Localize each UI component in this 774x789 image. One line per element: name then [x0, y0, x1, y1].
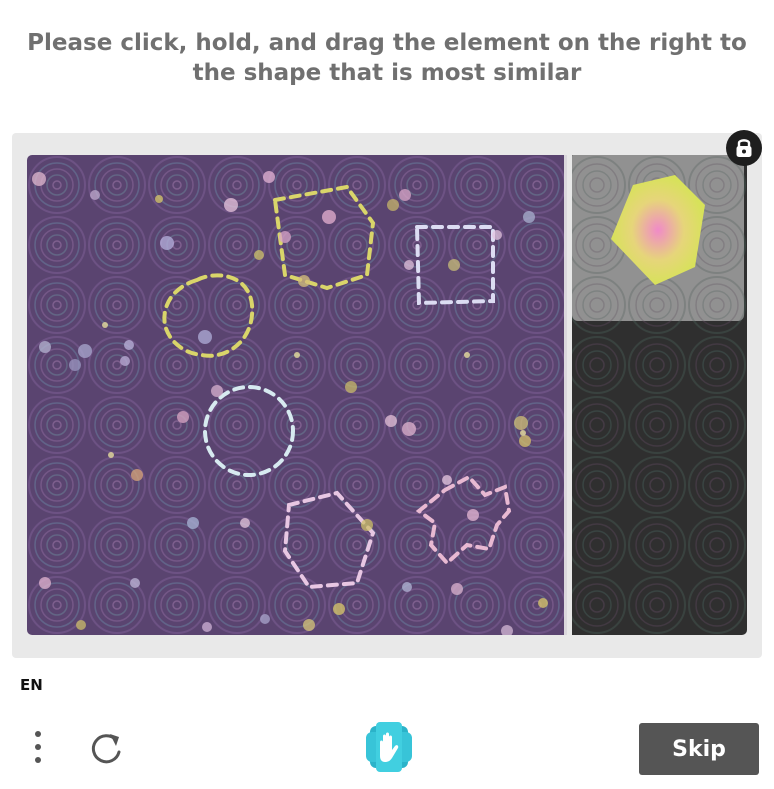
instruction-text: Please click, hold, and drag the element… [27, 30, 747, 86]
refresh-icon [91, 734, 121, 764]
puzzle-board [27, 155, 747, 635]
vertical-dots-icon [35, 731, 41, 763]
skip-button[interactable]: Skip [639, 723, 759, 775]
language-selector[interactable]: EN [20, 676, 43, 694]
refresh-button[interactable] [86, 728, 126, 768]
draggable-shape-tile[interactable] [572, 155, 744, 321]
more-options-button[interactable] [26, 728, 50, 768]
hand-logo-icon [362, 722, 416, 772]
lock-icon [726, 130, 762, 166]
